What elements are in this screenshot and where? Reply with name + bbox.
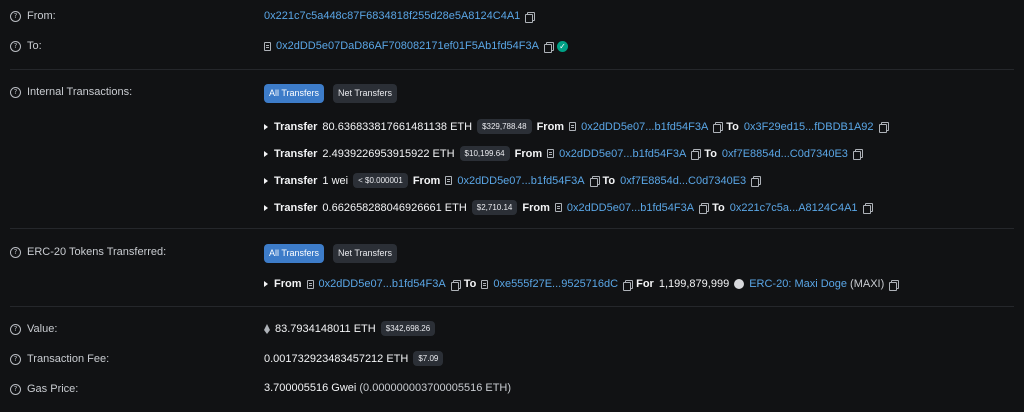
- copy-icon[interactable]: [751, 176, 762, 187]
- to-address-link[interactable]: 0x3F29ed15...fDBDB1A92: [744, 121, 874, 133]
- usd-badge: $329,788.48: [477, 119, 532, 134]
- usd-badge: $2,710.14: [471, 200, 518, 215]
- tab-net-transfers[interactable]: Net Transfers: [333, 244, 398, 263]
- to-address-link[interactable]: 0x221c7c5a...A8124C4A1: [730, 202, 858, 214]
- help-icon[interactable]: ?: [10, 10, 21, 22]
- copy-icon[interactable]: [852, 149, 863, 160]
- internal-transfer-row: Transfer 80.636833817661481138 ETH $329,…: [264, 119, 889, 134]
- copy-icon[interactable]: [623, 279, 634, 291]
- from-address-link[interactable]: 0x2dDD5e07...b1fd54F3A: [457, 175, 584, 187]
- help-icon[interactable]: ?: [10, 323, 21, 335]
- to-address-link[interactable]: 0xf7E8854d...C0d7340E3: [722, 148, 848, 160]
- expand-caret-icon[interactable]: [264, 281, 268, 287]
- from-address-link[interactable]: 0x2dDD5e07...b1fd54F3A: [567, 202, 694, 214]
- usd-badge: $342,698.26: [380, 321, 436, 336]
- to-address-link[interactable]: 0x2dDD5e07DaD86AF708082171ef01F5Ab1fd54F…: [276, 40, 539, 52]
- copy-icon[interactable]: [525, 11, 536, 23]
- token-link[interactable]: ERC-20: Maxi Doge: [749, 278, 847, 290]
- from-address-link[interactable]: 0x2dDD5e07...b1fd54F3A: [559, 148, 686, 160]
- verified-check-icon: ✓: [556, 40, 568, 52]
- internal-transfer-row: Transfer 1 wei < $0.000001 From 0x2dDD5e…: [264, 173, 762, 188]
- value-label: ? Value:: [10, 323, 57, 335]
- help-icon[interactable]: ?: [10, 353, 21, 365]
- gas-amount: 3.700005516 Gwei (0.000000003700005516 E…: [264, 382, 512, 394]
- contract-icon: [569, 122, 577, 131]
- gas-label: ? Gas Price:: [10, 383, 78, 395]
- fee-label: ? Transaction Fee:: [10, 353, 109, 365]
- divider: [10, 306, 1014, 307]
- help-icon[interactable]: ?: [10, 86, 21, 98]
- token-logo-icon: [734, 279, 745, 289]
- from-address-link[interactable]: 0x2dDD5e07...b1fd54F3A: [319, 278, 446, 290]
- help-icon[interactable]: ?: [10, 383, 21, 395]
- usd-badge: $10,199.64: [459, 146, 510, 161]
- copy-icon[interactable]: [862, 203, 873, 214]
- copy-icon[interactable]: [699, 203, 710, 214]
- ethereum-icon: [264, 323, 270, 334]
- erc20-tabs: All Transfers Net Transfers: [264, 244, 401, 263]
- copy-icon[interactable]: [543, 41, 554, 53]
- copy-icon[interactable]: [589, 176, 600, 187]
- copy-icon[interactable]: [450, 279, 461, 291]
- from-address-link[interactable]: 0x2dDD5e07...b1fd54F3A: [581, 121, 708, 133]
- tab-all-transfers[interactable]: All Transfers: [264, 244, 325, 263]
- copy-icon[interactable]: [889, 279, 900, 291]
- copy-icon[interactable]: [878, 122, 889, 133]
- contract-icon: [481, 279, 489, 289]
- tab-net-transfers[interactable]: Net Transfers: [333, 84, 398, 103]
- usd-badge: < $0.000001: [353, 173, 408, 188]
- divider: [10, 69, 1014, 70]
- erc20-label: ? ERC-20 Tokens Transferred:: [10, 246, 166, 258]
- erc20-transfer-row: From 0x2dDD5e07...b1fd54F3A To 0xe555f27…: [264, 278, 900, 291]
- fee-amount: 0.001732923483457212 ETH $7.09: [264, 351, 444, 366]
- contract-icon: [445, 176, 453, 185]
- from-address-link[interactable]: 0x221c7c5a448c87F6834818f255d28e5A8124C4…: [264, 10, 520, 22]
- value-amount: 83.7934148011 ETH $342,698.26: [264, 321, 436, 336]
- copy-icon[interactable]: [713, 122, 724, 133]
- expand-caret-icon[interactable]: [264, 150, 268, 157]
- internal-transactions-label: ? Internal Transactions:: [10, 86, 132, 98]
- tab-all-transfers[interactable]: All Transfers: [264, 84, 325, 103]
- from-label: ? From:: [10, 10, 56, 22]
- to-label: ? To:: [10, 40, 42, 52]
- internal-transfer-row: Transfer 0.662658288046926661 ETH $2,710…: [264, 200, 873, 215]
- expand-caret-icon[interactable]: [264, 204, 268, 211]
- internal-tabs: All Transfers Net Transfers: [264, 84, 401, 103]
- internal-transfer-row: Transfer 2.4939226953915922 ETH $10,199.…: [264, 146, 863, 161]
- usd-badge: $7.09: [413, 351, 444, 366]
- contract-icon: [547, 149, 555, 158]
- divider: [10, 228, 1014, 229]
- to-address-link[interactable]: 0xe555f27E...9525716dC: [493, 278, 618, 290]
- help-icon[interactable]: ?: [10, 40, 21, 52]
- expand-caret-icon[interactable]: [264, 177, 268, 184]
- contract-icon: [264, 41, 271, 51]
- to-value: 0x2dDD5e07DaD86AF708082171ef01F5Ab1fd54F…: [264, 40, 568, 53]
- expand-caret-icon[interactable]: [264, 123, 268, 130]
- help-icon[interactable]: ?: [10, 246, 21, 258]
- contract-icon: [554, 203, 562, 212]
- contract-icon: [306, 279, 314, 289]
- to-address-link[interactable]: 0xf7E8854d...C0d7340E3: [620, 175, 746, 187]
- copy-icon[interactable]: [691, 149, 702, 160]
- from-value: 0x221c7c5a448c87F6834818f255d28e5A8124C4…: [264, 10, 536, 23]
